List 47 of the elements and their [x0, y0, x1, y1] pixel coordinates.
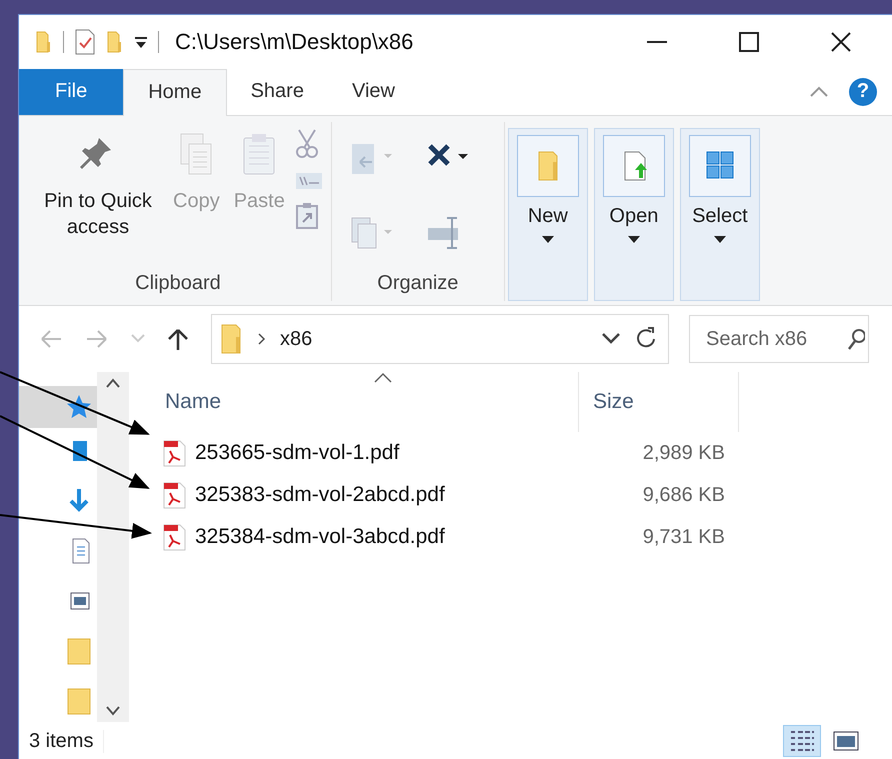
open-dropdown-button[interactable]: Open: [594, 128, 674, 302]
address-bar[interactable]: x86: [211, 314, 669, 364]
scrollbar[interactable]: [97, 372, 129, 722]
sort-ascending-icon: [373, 372, 393, 384]
pdf-file-icon: [161, 523, 187, 552]
search-icon[interactable]: [847, 327, 865, 352]
folder-icon: [65, 637, 93, 666]
caret-icon: [542, 236, 554, 244]
maximize-icon: [738, 30, 760, 53]
group-label: Clipboard: [134, 271, 222, 296]
properties-icon[interactable]: [74, 28, 96, 56]
select-dropdown-button[interactable]: Select: [680, 128, 760, 302]
ribbon-tab[interactable]: Home: [123, 68, 227, 116]
ribbon-tab[interactable]: View: [328, 68, 419, 115]
new-dropdown-button[interactable]: New: [508, 128, 588, 302]
nav-pane-item[interactable]: [19, 386, 97, 428]
pdf-file-icon: [161, 439, 187, 468]
scroll-down-icon[interactable]: [105, 706, 121, 716]
scroll-up-icon[interactable]: [105, 378, 121, 388]
up-icon[interactable]: [167, 327, 189, 352]
item-count: 3 items: [29, 730, 104, 753]
caret-icon: [628, 236, 640, 244]
ribbon-tab[interactable]: Share: [226, 68, 328, 115]
caret-icon: [714, 236, 726, 244]
help-button[interactable]: ?: [849, 78, 877, 106]
file-name[interactable]: 325383-sdm-vol-2abcd.pdf: [151, 481, 581, 510]
file-name[interactable]: 325384-sdm-vol-3abcd.pdf: [151, 523, 581, 552]
column-header[interactable]: Size: [579, 372, 739, 432]
column-header[interactable]: Name: [151, 372, 579, 432]
pdf-file-icon: [161, 481, 187, 510]
close-icon: [830, 30, 852, 53]
dropdown-icon[interactable]: [134, 34, 148, 49]
pin-button[interactable]: Pin to Quick access: [33, 122, 163, 268]
dropdown-icon[interactable]: [602, 333, 620, 346]
window-title: C:\Users\m\Desktop\x86: [175, 28, 414, 55]
collapse-ribbon-icon[interactable]: [809, 86, 829, 98]
file-size: 9,686 KB: [642, 484, 726, 507]
group-label: Organize: [376, 271, 460, 296]
chevron-icon: [258, 333, 266, 346]
folder-icon: [65, 687, 93, 716]
file-size: 9,731 KB: [642, 526, 726, 549]
breadcrumb[interactable]: x86: [280, 328, 312, 351]
file-size: 2,989 KB: [642, 442, 726, 465]
details-view-button[interactable]: [783, 725, 821, 758]
file-menu-tab[interactable]: File: [19, 68, 124, 115]
search-field[interactable]: Search x86: [689, 315, 869, 364]
file-name[interactable]: 253665-sdm-vol-1.pdf: [151, 439, 581, 468]
